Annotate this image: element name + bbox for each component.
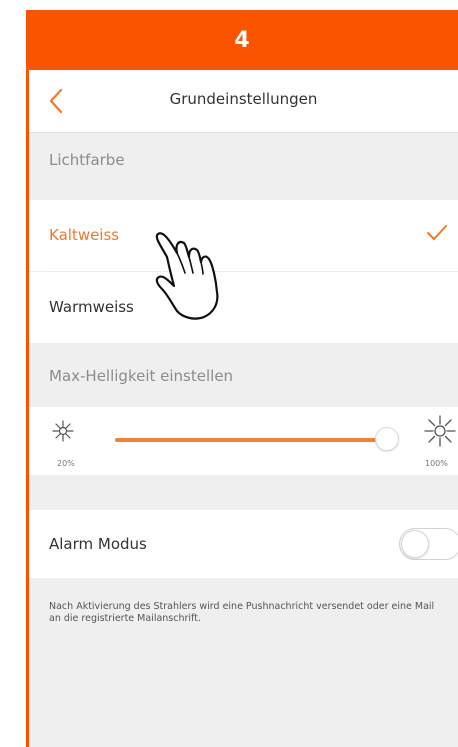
brightness-slider-row: 20% 100% xyxy=(29,407,458,475)
alarm-info-text: Nach Aktivierung des Strahlers wird eine… xyxy=(49,601,435,624)
step-number: 4 xyxy=(234,27,250,53)
navigation-bar: Grundeinstellungen xyxy=(29,70,458,133)
section-header-lichtfarbe: Lichtfarbe xyxy=(49,151,125,169)
slider-fill xyxy=(115,438,387,442)
alarm-mode-toggle[interactable] xyxy=(399,528,458,560)
checkmark-icon xyxy=(427,225,447,240)
option-warmweiss[interactable]: Warmweiss xyxy=(29,272,458,343)
brightness-min-label: 20% xyxy=(57,459,75,468)
brightness-slider[interactable] xyxy=(115,427,399,451)
toggle-knob xyxy=(401,530,429,558)
option-kaltweiss[interactable]: Kaltweiss xyxy=(29,200,458,271)
tutorial-frame: 4 Grundeinstellungen Lichtfarbe Kaltweis… xyxy=(0,0,458,747)
sun-small-icon xyxy=(52,420,74,442)
step-badge: 4 xyxy=(26,10,458,70)
option-label: Kaltweiss xyxy=(49,226,120,244)
alarm-mode-row: Alarm Modus xyxy=(29,510,458,578)
section-header-helligkeit: Max-Helligkeit einstellen xyxy=(49,367,234,385)
brightness-max-label: 100% xyxy=(425,459,448,468)
alarm-mode-label: Alarm Modus xyxy=(49,535,147,553)
slider-thumb[interactable] xyxy=(375,427,399,451)
option-label: Warmweiss xyxy=(49,298,134,316)
sun-large-icon xyxy=(424,415,456,447)
phone-screen: Grundeinstellungen Lichtfarbe Kaltweiss … xyxy=(26,70,458,747)
pointing-hand-icon xyxy=(155,232,219,320)
page-title: Grundeinstellungen xyxy=(169,90,318,108)
